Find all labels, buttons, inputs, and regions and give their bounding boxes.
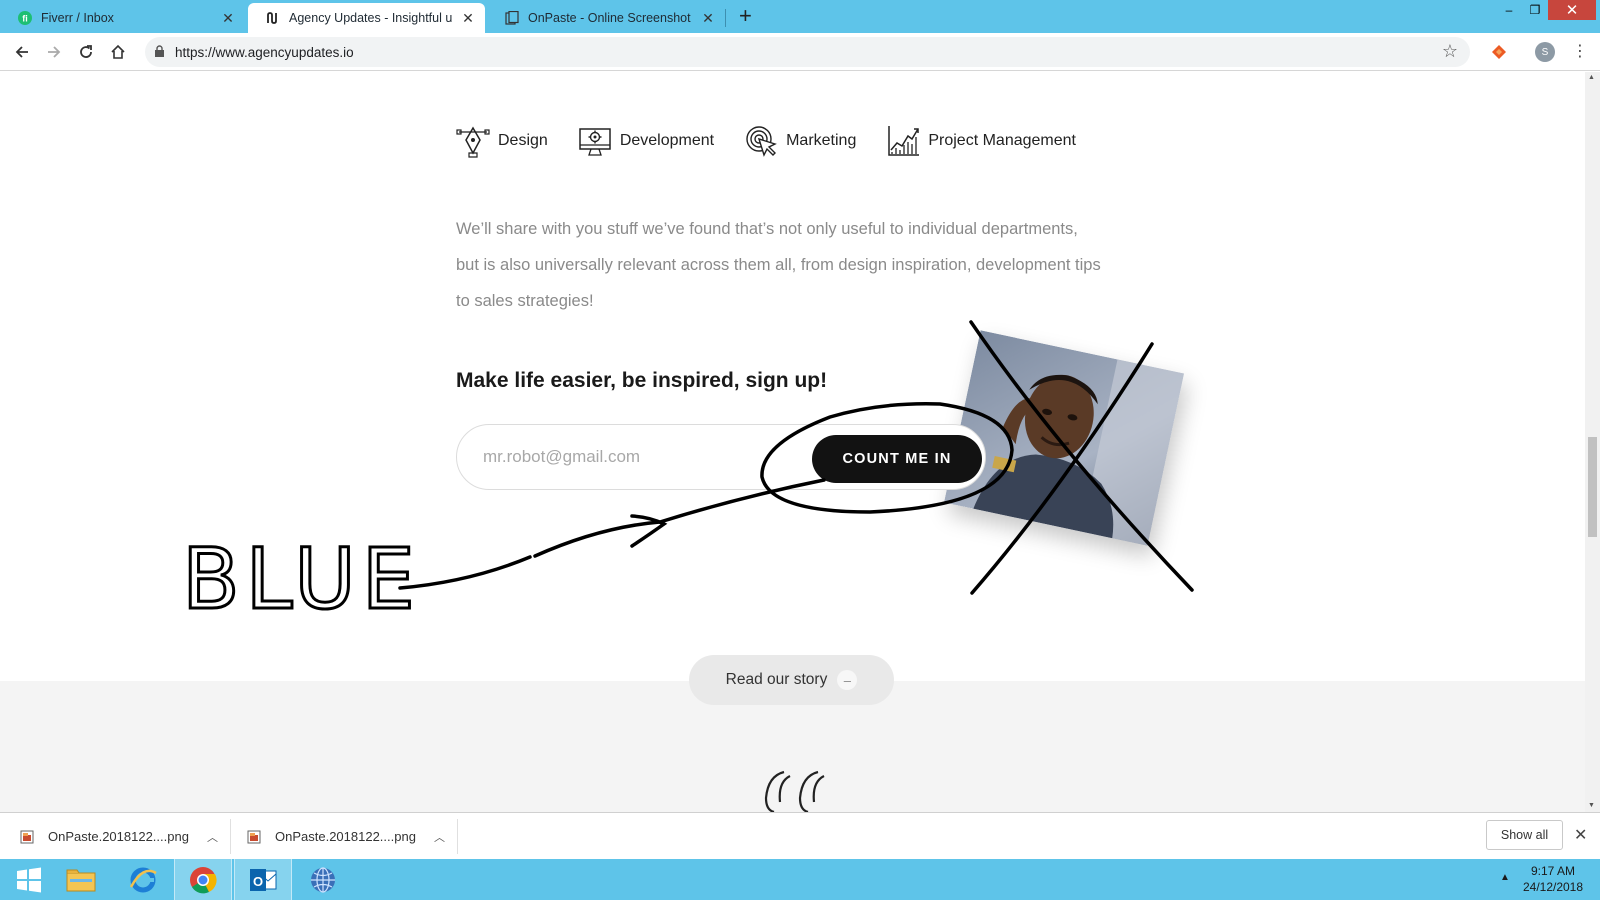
home-icon xyxy=(111,44,125,59)
close-icon[interactable]: ✕ xyxy=(461,10,475,27)
download-shelf: OnPaste.2018122....png ︿ OnPaste.2018122… xyxy=(0,812,1600,859)
ie-logo-icon xyxy=(129,867,157,892)
close-icon[interactable]: ✕ xyxy=(701,10,715,27)
forward-button[interactable] xyxy=(43,41,65,63)
show-all-button[interactable]: Show all xyxy=(1486,820,1563,850)
image-file-icon xyxy=(247,830,261,843)
windows-taskbar: O ▲ 9:17 AM 24/12/2018 xyxy=(0,859,1600,900)
lock-icon xyxy=(154,45,165,63)
window-close-button[interactable]: ✕ xyxy=(1548,0,1596,20)
new-tab-button[interactable]: + xyxy=(739,5,752,27)
extension-icon[interactable] xyxy=(1489,42,1509,62)
minimize-button[interactable]: – xyxy=(1496,0,1522,20)
fiverr-icon: fi xyxy=(18,11,32,25)
download-filename: OnPaste.2018122....png xyxy=(48,829,189,844)
scroll-down-icon[interactable]: ▼ xyxy=(1588,802,1595,809)
download-item[interactable]: OnPaste.2018122....png ︿ xyxy=(20,813,218,860)
arrow-right-icon xyxy=(48,46,61,58)
tab-agency-updates[interactable]: Agency Updates - Insightful upd ✕ xyxy=(248,3,485,33)
chrome-taskbar-button[interactable] xyxy=(174,859,232,900)
menu-icon[interactable]: ⋮ xyxy=(1572,41,1588,61)
shelf-separator xyxy=(230,819,231,854)
window-controls: – ❐ ✕ xyxy=(1496,0,1596,20)
page-scrollbar[interactable]: ▲ ▼ xyxy=(1585,72,1600,812)
agency-updates-icon xyxy=(266,11,280,25)
svg-text:O: O xyxy=(253,874,263,889)
scrollbar-thumb[interactable] xyxy=(1588,437,1597,537)
home-button[interactable] xyxy=(107,41,129,63)
windows-logo-icon xyxy=(17,867,41,892)
outlook-button[interactable]: O xyxy=(234,859,292,900)
tray-chevron-up-icon[interactable]: ▲ xyxy=(1500,872,1510,883)
file-explorer-button[interactable] xyxy=(52,859,110,900)
system-clock[interactable]: 9:17 AM 24/12/2018 xyxy=(1518,863,1588,895)
start-button[interactable] xyxy=(0,859,58,900)
globe-icon xyxy=(311,866,335,893)
address-bar[interactable]: https://www.agencyupdates.io ☆ xyxy=(145,37,1470,67)
restore-button[interactable]: ❐ xyxy=(1522,0,1548,20)
tab-separator xyxy=(725,9,726,27)
tab-onpaste[interactable]: OnPaste - Online Screenshot and ✕ xyxy=(487,3,725,33)
scroll-up-icon[interactable]: ▲ xyxy=(1588,74,1595,81)
annotation-text: BLUE xyxy=(182,530,421,628)
outlook-logo-icon: O xyxy=(250,868,277,891)
reload-button[interactable] xyxy=(75,41,97,63)
bookmark-star-icon[interactable]: ☆ xyxy=(1442,41,1458,62)
annotation-overlay: BLUE xyxy=(181,320,1194,630)
chrome-logo-icon xyxy=(190,866,217,893)
globe-app-button[interactable] xyxy=(294,859,352,900)
tab-title: Fiverr / Inbox xyxy=(41,11,114,25)
onpaste-icon xyxy=(505,11,519,25)
close-icon[interactable]: ✕ xyxy=(1574,825,1587,845)
arrow-left-icon xyxy=(15,46,28,58)
clock-date: 24/12/2018 xyxy=(1522,880,1584,894)
url-text[interactable]: https://www.agencyupdates.io xyxy=(175,45,354,60)
clock-time: 9:17 AM xyxy=(1530,864,1576,878)
page-viewport: Design Development Marketing Project Man… xyxy=(0,72,1585,812)
profile-avatar[interactable]: S xyxy=(1535,42,1555,62)
svg-text:fi: fi xyxy=(22,14,28,24)
tab-title: OnPaste - Online Screenshot and xyxy=(528,11,693,25)
chevron-up-icon[interactable]: ︿ xyxy=(207,829,218,845)
shelf-separator xyxy=(457,819,458,854)
tab-fiverr[interactable]: fi Fiverr / Inbox ✕ xyxy=(0,3,245,33)
back-button[interactable] xyxy=(11,41,33,63)
download-item[interactable]: OnPaste.2018122....png ︿ xyxy=(247,813,445,860)
tab-title: Agency Updates - Insightful upd xyxy=(289,11,453,25)
browser-toolbar: https://www.agencyupdates.io ☆ S ⋮ xyxy=(0,33,1600,71)
internet-explorer-button[interactable] xyxy=(114,859,172,900)
close-icon[interactable]: ✕ xyxy=(221,10,235,27)
chevron-up-icon[interactable]: ︿ xyxy=(434,829,445,845)
image-file-icon xyxy=(20,830,34,843)
reload-icon xyxy=(80,45,92,58)
tab-strip: fi Fiverr / Inbox ✕ Agency Updates - Ins… xyxy=(0,0,1600,33)
download-filename: OnPaste.2018122....png xyxy=(275,829,416,844)
folder-icon xyxy=(66,869,96,891)
